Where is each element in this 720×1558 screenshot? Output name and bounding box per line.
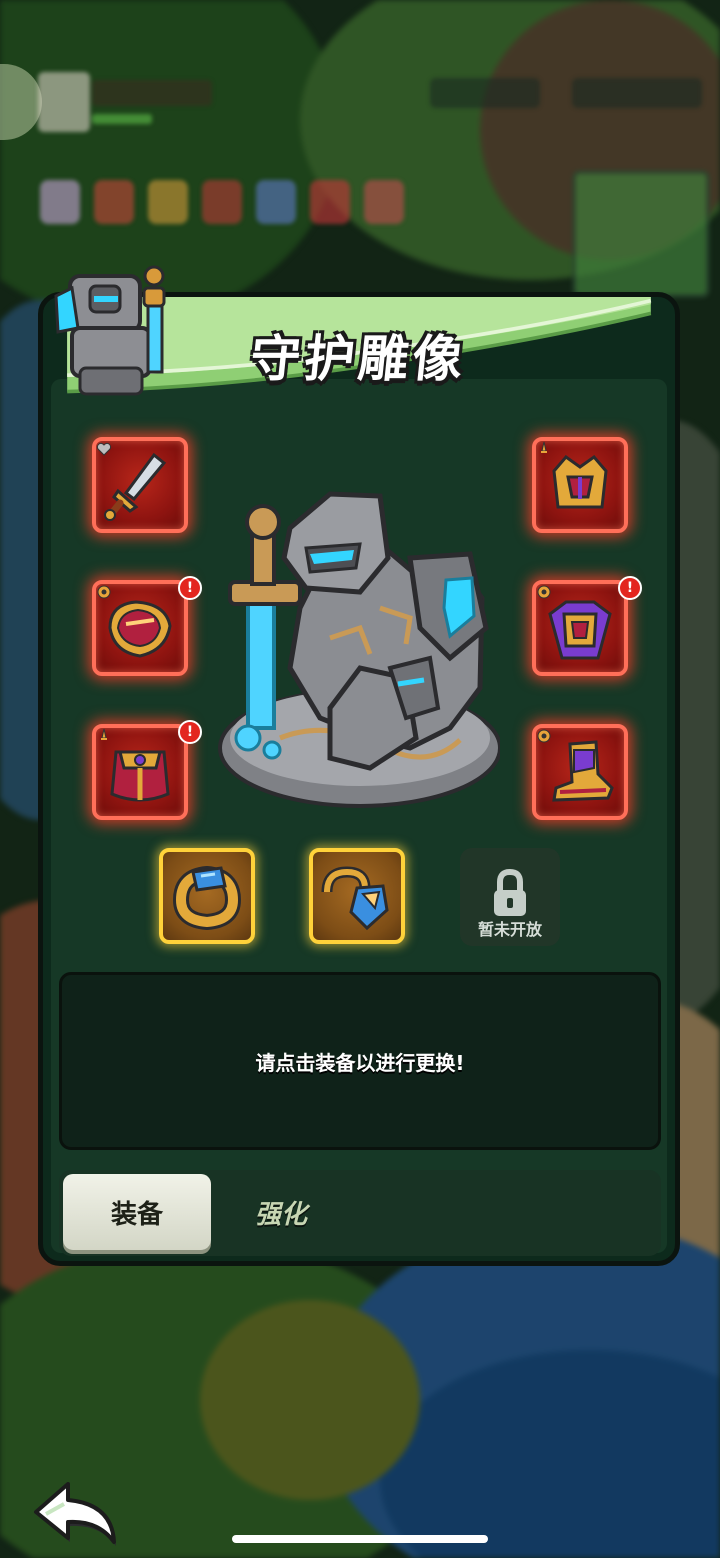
locked-label: 暂未开放 [477, 920, 542, 939]
alert-badge: ! [178, 720, 202, 744]
tab-bar: 装备 强化 [59, 1170, 661, 1256]
equip-slot-sword[interactable] [92, 437, 188, 533]
gold-counter [572, 78, 702, 108]
alert-badge: ! [618, 576, 642, 600]
quick-menu [40, 180, 420, 240]
alert-badge: ! [178, 576, 202, 600]
sword-stat-icon [101, 728, 107, 740]
back-arrow-icon[interactable] [28, 1476, 124, 1548]
amulet-icon [321, 866, 389, 931]
minimap [572, 170, 710, 298]
equip-slot-amulet[interactable] [309, 848, 405, 944]
guardian-statue-icon [54, 265, 166, 396]
lock-icon [494, 868, 526, 916]
equip-slot-locked: 暂未开放 [460, 848, 560, 946]
home-indicator [232, 1535, 488, 1543]
guardian-statue-figure [218, 491, 500, 808]
equipment-info-box: 请点击装备以进行更换! [59, 972, 661, 1150]
sword-stat-icon [541, 441, 547, 453]
heart-stat-icon [96, 442, 112, 456]
exp-bar [92, 114, 152, 124]
equip-slot-boots[interactable] [532, 724, 628, 820]
player-avatar [38, 72, 90, 132]
gem-counter [430, 78, 540, 108]
ring-icon [172, 865, 242, 931]
gear-stat-icon [537, 729, 551, 743]
equip-slot-chest-armor[interactable]: ! [532, 576, 642, 676]
equip-slot-cape[interactable]: ! [92, 720, 202, 820]
gear-stat-icon [97, 585, 111, 599]
equip-slot-shoulder-armor[interactable]: ! [92, 576, 202, 676]
instruction-text: 请点击装备以进行更换! [255, 1051, 465, 1075]
player-name-bar [92, 80, 212, 106]
tab-enhance[interactable]: 强化 [255, 1174, 307, 1250]
top-hud [0, 60, 720, 224]
gear-stat-icon [537, 585, 551, 599]
equip-slot-helmet[interactable] [532, 437, 628, 533]
tab-equip[interactable]: 装备 [63, 1174, 211, 1250]
equip-slot-ring[interactable] [159, 848, 255, 944]
